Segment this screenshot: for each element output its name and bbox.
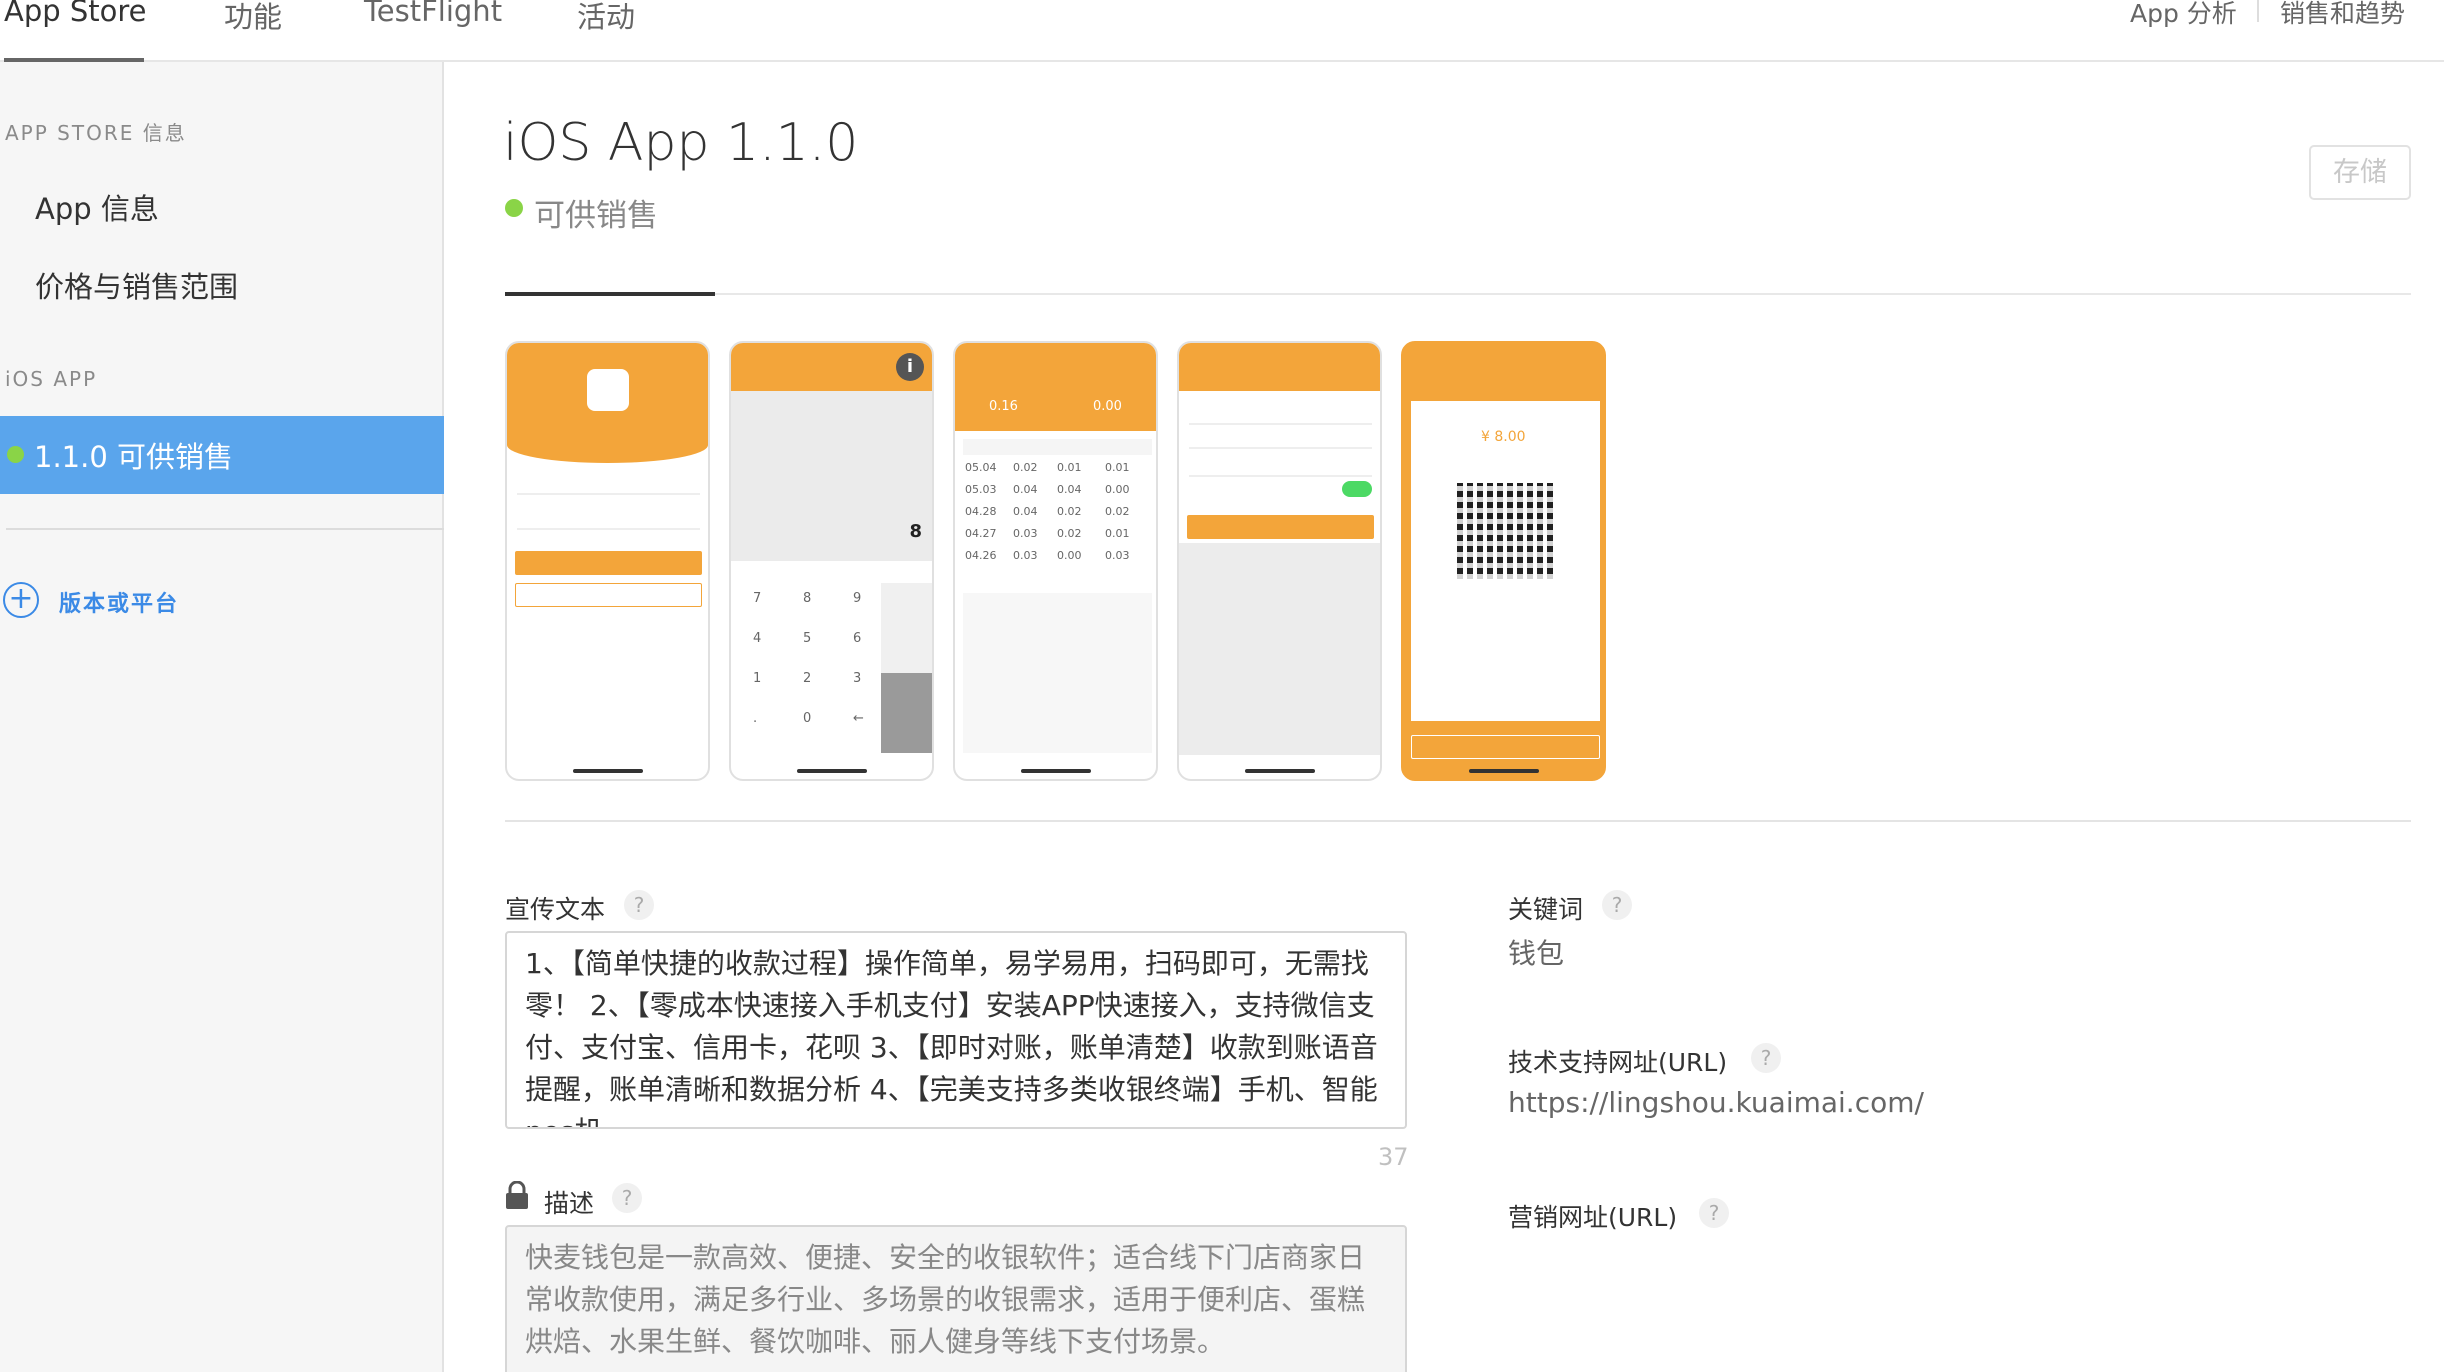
save-button[interactable]: 存储 (2309, 145, 2411, 200)
sidebar-item-version[interactable]: 1.1.0 可供销售 (0, 416, 444, 494)
status-dot-icon (505, 199, 523, 217)
support-url-label: 技术支持网址(URL) (1508, 1048, 1728, 1077)
keywords-label: 关键词 (1508, 895, 1584, 924)
table-cell: 0.01 (1057, 461, 1082, 474)
help-icon[interactable]: ? (1751, 1043, 1781, 1073)
tab-app-store[interactable]: App Store (4, 0, 147, 28)
table-cell: 0.01 (1105, 461, 1130, 474)
table-cell: 0.03 (1105, 549, 1130, 562)
tab-features[interactable]: 功能 (224, 0, 282, 36)
sidebar-section-store: APP STORE 信息 (5, 121, 187, 145)
app-screenshot-4[interactable] (1177, 341, 1382, 781)
help-icon[interactable]: ? (612, 1183, 642, 1213)
toggle-switch (1342, 481, 1372, 497)
table-cell: 0.02 (1057, 527, 1082, 540)
table-cell: 0.02 (1057, 505, 1082, 518)
lock-icon (506, 1181, 528, 1209)
top-nav: App Store 功能 TestFlight 活动 App 分析 销售和趋势 (0, 0, 2444, 62)
status-badge: 可供销售 (534, 198, 658, 234)
table-cell: 0.04 (1013, 483, 1038, 496)
table-cell: 0.02 (1105, 505, 1130, 518)
section-tabline (505, 293, 2411, 295)
help-icon[interactable]: ? (1602, 890, 1632, 920)
content-divider (505, 820, 2411, 822)
table-cell: 0.03 (1013, 527, 1038, 540)
app-screenshot-3[interactable]: 0.16 0.00 05.04 0.02 0.01 0.01 05.03 0.04 0.04… (953, 341, 1158, 781)
keywords-value[interactable]: 钱包 (1508, 932, 1564, 972)
table-cell: 0.01 (1105, 527, 1130, 540)
app-screenshot-5[interactable]: ¥ 8.00 (1401, 341, 1606, 781)
screenshot-gallery: i 8 7 8 9 4 5 6 1 2 3 . 0 ← 0.16 0.00 05… (505, 341, 1606, 781)
promo-char-counter: 37 (1378, 1143, 1409, 1171)
table-cell: 0.00 (1057, 549, 1082, 562)
tab-activity[interactable]: 活动 (577, 0, 635, 36)
link-sales-trends[interactable]: 销售和趋势 (2280, 0, 2405, 30)
table-cell: 0.04 (1013, 505, 1038, 518)
promo-text-field[interactable]: 1、【简单快捷的收款过程】操作简单，易学易用，扫码即可，无需找零！ 2、【零成本… (505, 931, 1407, 1129)
description-field: 快麦钱包是一款高效、便捷、安全的收银软件；适合线下门店商家日常收款使用，满足多行… (505, 1225, 1407, 1372)
support-url-value[interactable]: https://lingshou.kuaimai.com/ (1508, 1086, 1924, 1119)
sidebar-item-app-info[interactable]: App 信息 (35, 186, 159, 228)
help-icon[interactable]: ? (624, 890, 654, 920)
tab-testflight[interactable]: TestFlight (364, 0, 502, 28)
link-app-analytics[interactable]: App 分析 (2130, 0, 2237, 30)
info-icon: i (896, 353, 924, 381)
status-dot-icon (7, 446, 24, 463)
table-cell: 04.27 (965, 527, 997, 540)
qr-code (1457, 483, 1553, 579)
sidebar-item-pricing[interactable]: 价格与销售范围 (35, 264, 238, 306)
table-cell: 0.03 (1013, 549, 1038, 562)
app-screenshot-2[interactable]: i 8 7 8 9 4 5 6 1 2 3 . 0 ← (729, 341, 934, 781)
add-version-label: 版本或平台 (59, 592, 180, 617)
marketing-url-label: 营销网址(URL) (1508, 1203, 1678, 1232)
table-cell: 05.03 (965, 483, 997, 496)
description-label: 描述 (544, 1189, 595, 1218)
app-screenshot-1[interactable] (505, 341, 710, 781)
sidebar-divider (6, 528, 444, 530)
table-cell: 0.02 (1013, 461, 1038, 474)
table-cell: 04.26 (965, 549, 997, 562)
help-icon[interactable]: ? (1699, 1198, 1729, 1228)
table-cell: 05.04 (965, 461, 997, 474)
sidebar-section-ios: iOS APP (5, 367, 98, 391)
section-tab-active[interactable] (505, 292, 715, 296)
nav-separator (2257, 0, 2259, 22)
table-cell: 04.28 (965, 505, 997, 518)
promo-label: 宣传文本 (505, 895, 606, 924)
table-cell: 0.04 (1057, 483, 1082, 496)
sidebar-item-version-label: 1.1.0 可供销售 (34, 440, 234, 474)
table-cell: 0.00 (1105, 483, 1130, 496)
app-logo-icon (587, 369, 629, 411)
plus-circle-icon: + (3, 582, 39, 618)
page-title: iOS App 1.1.0 (503, 113, 859, 173)
sidebar: APP STORE 信息 App 信息 价格与销售范围 iOS APP 1.1.… (0, 62, 444, 1372)
